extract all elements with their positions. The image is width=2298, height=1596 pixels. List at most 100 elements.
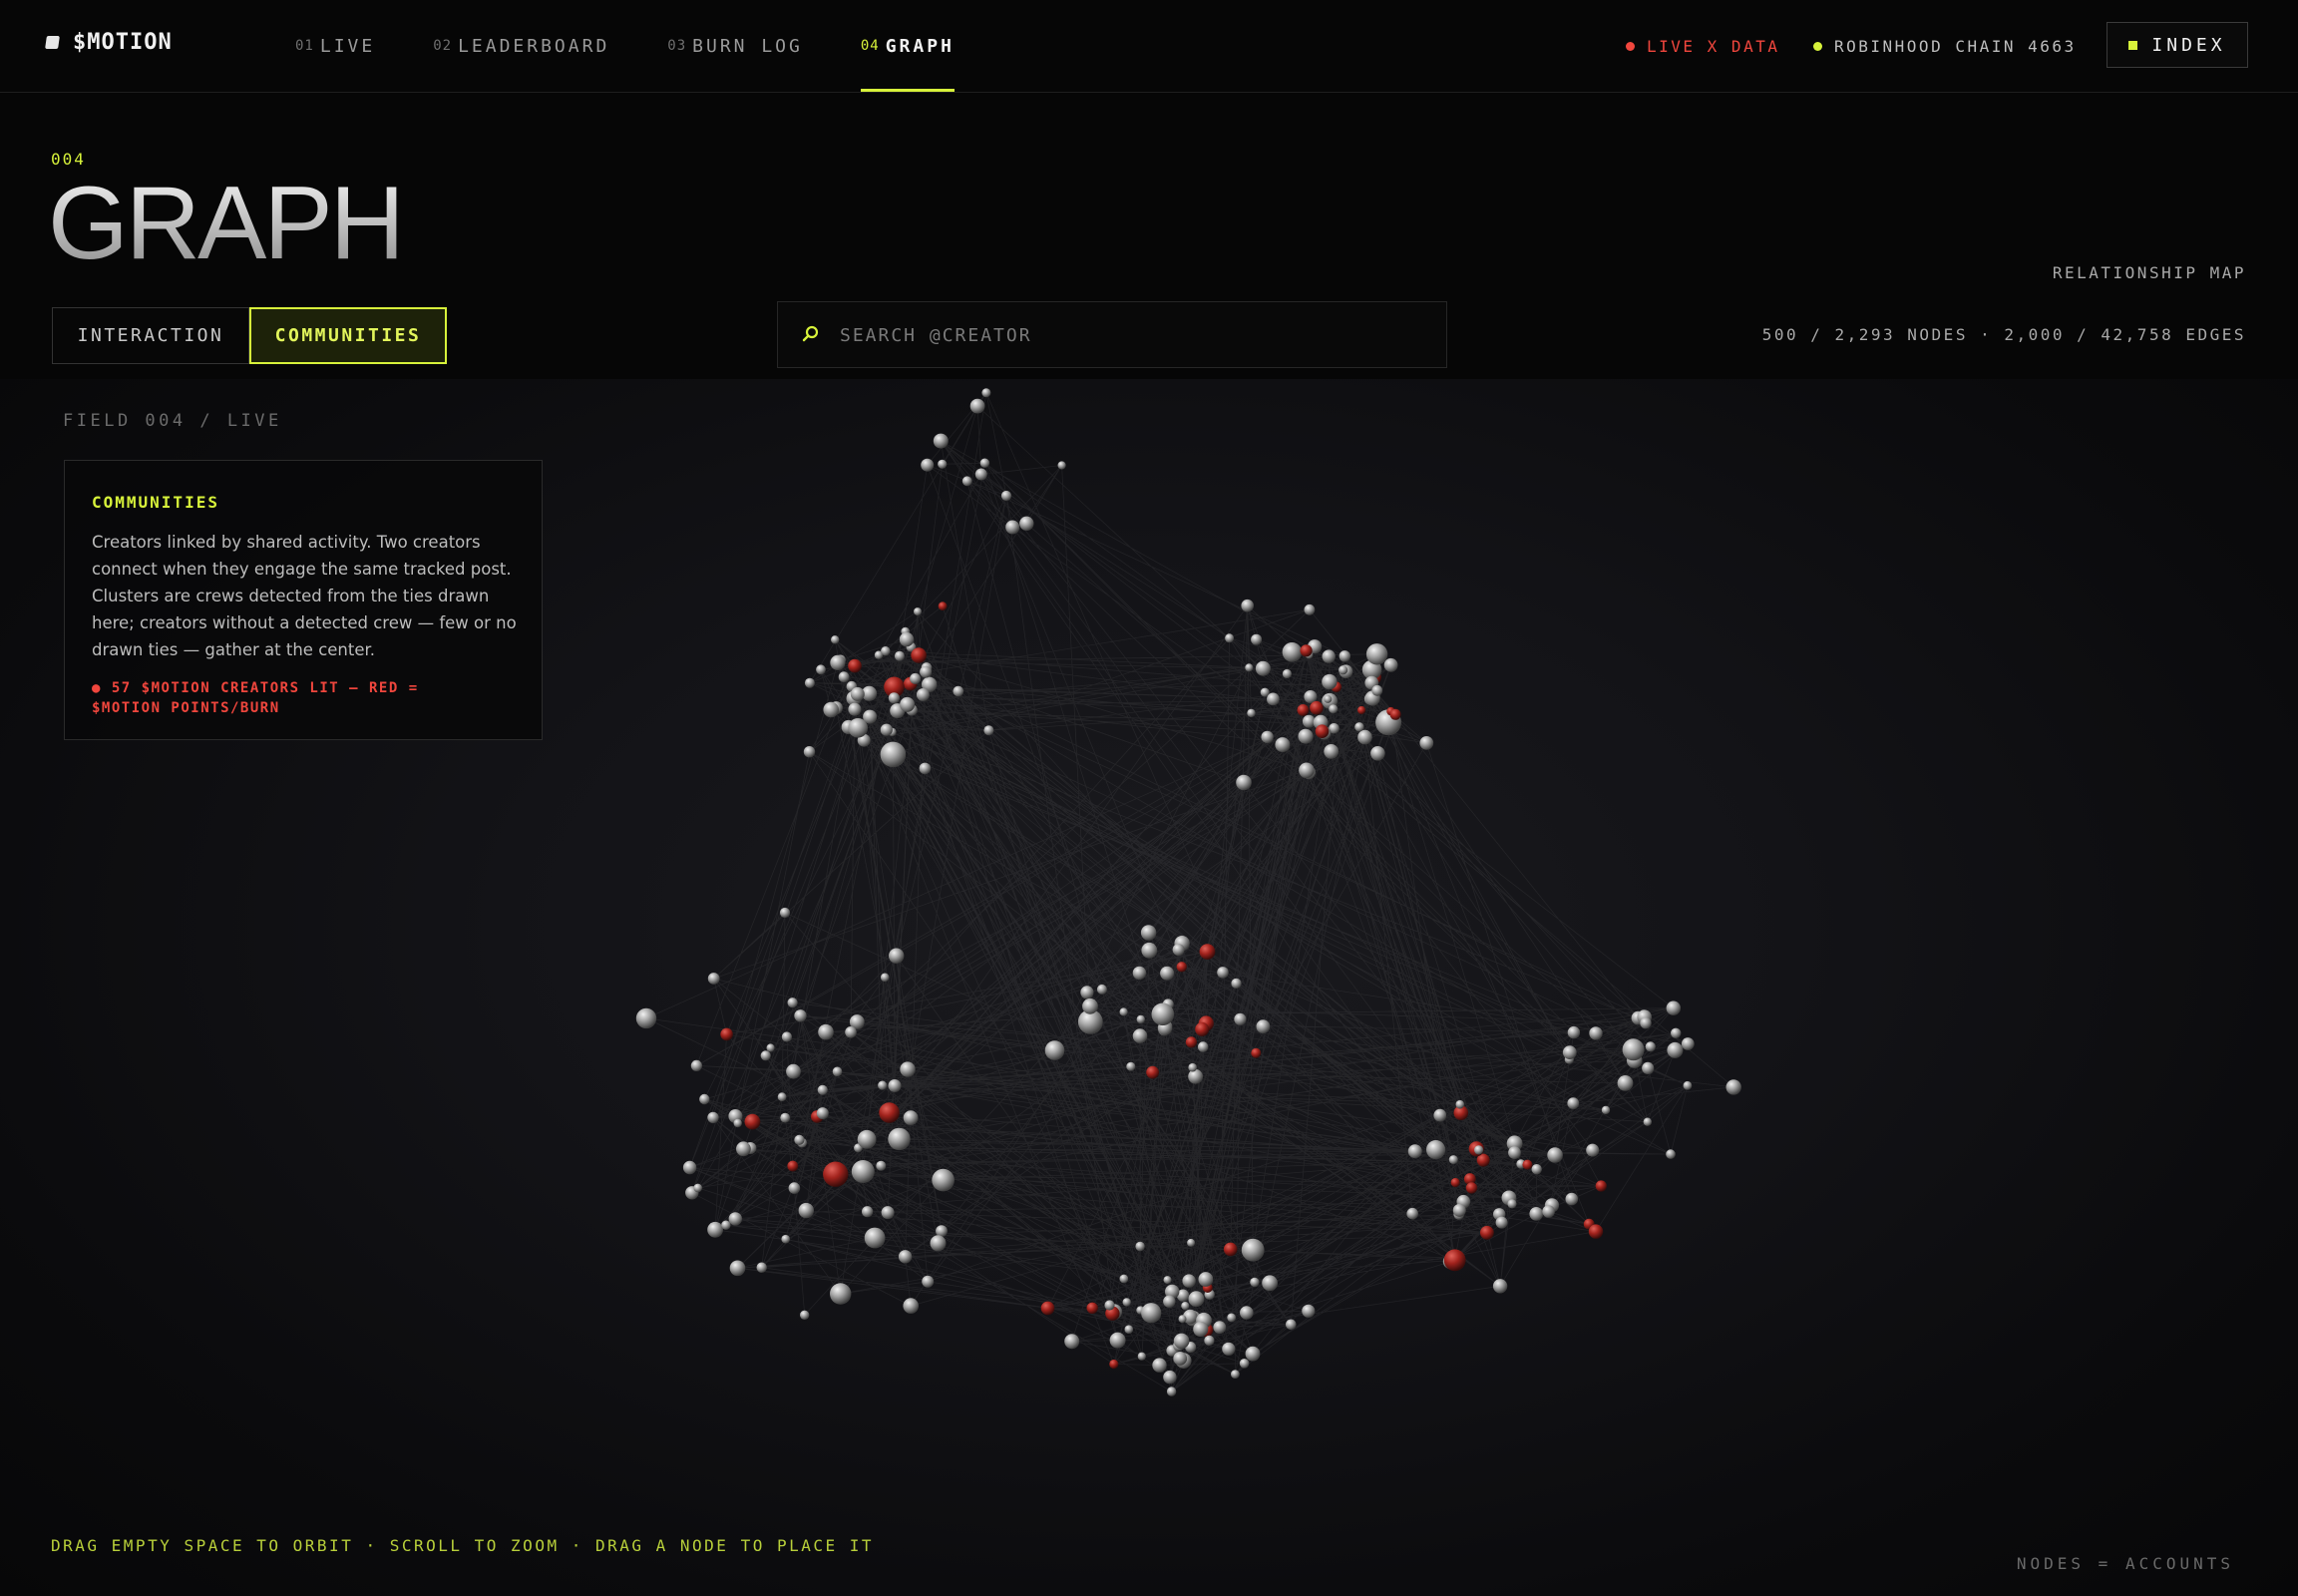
graph-node[interactable] [1339, 650, 1351, 662]
graph-node[interactable] [1529, 1207, 1544, 1221]
graph-node[interactable] [1683, 1080, 1693, 1090]
graph-node-lit[interactable] [823, 1161, 849, 1187]
graph-node[interactable] [1166, 1387, 1177, 1396]
graph-node[interactable] [1508, 1146, 1521, 1159]
graph-node[interactable] [1173, 1333, 1190, 1350]
graph-node[interactable] [1152, 1358, 1167, 1373]
graph-node-lit[interactable] [1595, 1180, 1607, 1192]
graph-node[interactable] [936, 1225, 948, 1237]
graph-node[interactable] [1507, 1199, 1517, 1209]
graph-node[interactable] [1080, 986, 1094, 999]
graph-node-lit[interactable] [1310, 700, 1324, 715]
graph-node[interactable] [1324, 744, 1340, 759]
graph-node[interactable] [1324, 694, 1333, 703]
tab-live[interactable]: 01 LIVE [295, 0, 375, 92]
graph-node[interactable] [938, 459, 948, 469]
graph-node[interactable] [1241, 1238, 1265, 1262]
graph-node[interactable] [900, 1061, 916, 1077]
graph-node-lit[interactable] [1450, 1177, 1460, 1188]
graph-node[interactable] [760, 1050, 771, 1061]
graph-node[interactable] [1267, 692, 1280, 706]
graph-node[interactable] [862, 1206, 874, 1218]
graph-node[interactable] [1234, 1012, 1247, 1025]
graph-node[interactable] [1173, 1352, 1188, 1366]
graph-node[interactable] [756, 1262, 767, 1273]
graph-node[interactable] [1178, 1315, 1187, 1324]
graph-node[interactable] [1419, 736, 1434, 750]
brand[interactable]: $MOTION [45, 30, 173, 55]
graph-node[interactable] [707, 1111, 719, 1124]
graph-node[interactable] [1304, 603, 1316, 615]
graph-node[interactable] [979, 458, 990, 468]
graph-node[interactable] [1383, 657, 1398, 672]
graph-node[interactable] [1365, 643, 1388, 665]
graph-node[interactable] [1322, 649, 1336, 663]
graph-node-lit[interactable] [1086, 1302, 1098, 1315]
graph-node[interactable] [851, 1160, 875, 1183]
graph-node[interactable] [1406, 1207, 1418, 1220]
graph-node[interactable] [933, 433, 949, 449]
graph-node[interactable] [880, 741, 907, 768]
graph-node[interactable] [1132, 966, 1147, 981]
graph-node[interactable] [1181, 1302, 1190, 1311]
graph-node[interactable] [1725, 1079, 1741, 1095]
graph-node[interactable] [1251, 633, 1263, 645]
graph-node[interactable] [1452, 1203, 1466, 1217]
graph-node[interactable] [682, 1160, 697, 1175]
graph-node[interactable] [1227, 1313, 1237, 1323]
graph-node[interactable] [781, 1234, 790, 1244]
graph-node[interactable] [777, 1092, 787, 1102]
interaction-mode-button[interactable]: INTERACTION [52, 307, 249, 364]
graph-node[interactable] [900, 696, 916, 712]
graph-node[interactable] [1261, 730, 1274, 744]
graph-node-lit[interactable] [1195, 1021, 1210, 1036]
graph-node[interactable] [1642, 1061, 1655, 1074]
graph-node[interactable] [635, 1007, 657, 1029]
graph-node[interactable] [838, 671, 850, 683]
graph-node[interactable] [1562, 1045, 1577, 1059]
communities-mode-button[interactable]: COMMUNITIES [249, 307, 447, 364]
graph-node[interactable] [1141, 942, 1158, 959]
graph-node[interactable] [1109, 1332, 1126, 1349]
graph-node[interactable] [850, 686, 865, 701]
graph-node-lit[interactable] [1109, 1359, 1119, 1370]
graph-node[interactable] [1057, 461, 1066, 470]
graph-node[interactable] [857, 1129, 877, 1149]
graph-node[interactable] [894, 650, 905, 661]
graph-node-lit[interactable] [1389, 708, 1401, 720]
graph-node[interactable] [1064, 1334, 1080, 1350]
index-button[interactable]: INDEX [2106, 22, 2248, 68]
graph-node[interactable] [823, 701, 839, 718]
graph-node[interactable] [788, 1182, 801, 1194]
graph-node[interactable] [1172, 944, 1185, 957]
graph-node[interactable] [1137, 1352, 1146, 1361]
graph-node-lit[interactable] [1465, 1182, 1478, 1194]
graph-node[interactable] [1245, 1346, 1261, 1362]
graph-node[interactable] [1119, 1007, 1128, 1016]
graph-node[interactable] [1225, 633, 1235, 643]
graph-node[interactable] [794, 1134, 805, 1145]
graph-node[interactable] [921, 458, 935, 472]
graph-node[interactable] [1163, 1295, 1176, 1308]
graph-node[interactable] [888, 1079, 902, 1092]
graph-node[interactable] [1256, 1019, 1271, 1033]
graph-node[interactable] [1204, 1335, 1215, 1346]
graph-node[interactable] [729, 1260, 746, 1277]
graph-node[interactable] [1136, 1014, 1146, 1024]
graph-node[interactable] [1407, 1144, 1422, 1159]
graph-node-lit[interactable] [1297, 704, 1310, 716]
graph-node[interactable] [800, 1310, 810, 1321]
graph-node[interactable] [1567, 1097, 1580, 1109]
graph-node[interactable] [794, 1009, 807, 1022]
graph-node[interactable] [787, 998, 798, 1008]
graph-node[interactable] [1262, 1275, 1278, 1292]
graph-node[interactable] [803, 746, 816, 758]
graph-node[interactable] [1141, 1303, 1162, 1324]
graph-node[interactable] [1455, 1099, 1465, 1109]
graph-node[interactable] [1241, 598, 1254, 612]
graph-node[interactable] [953, 685, 964, 697]
graph-node[interactable] [888, 1127, 911, 1151]
graph-node[interactable] [818, 1023, 834, 1040]
graph-node[interactable] [780, 1112, 791, 1123]
graph-node[interactable] [1426, 1140, 1446, 1160]
